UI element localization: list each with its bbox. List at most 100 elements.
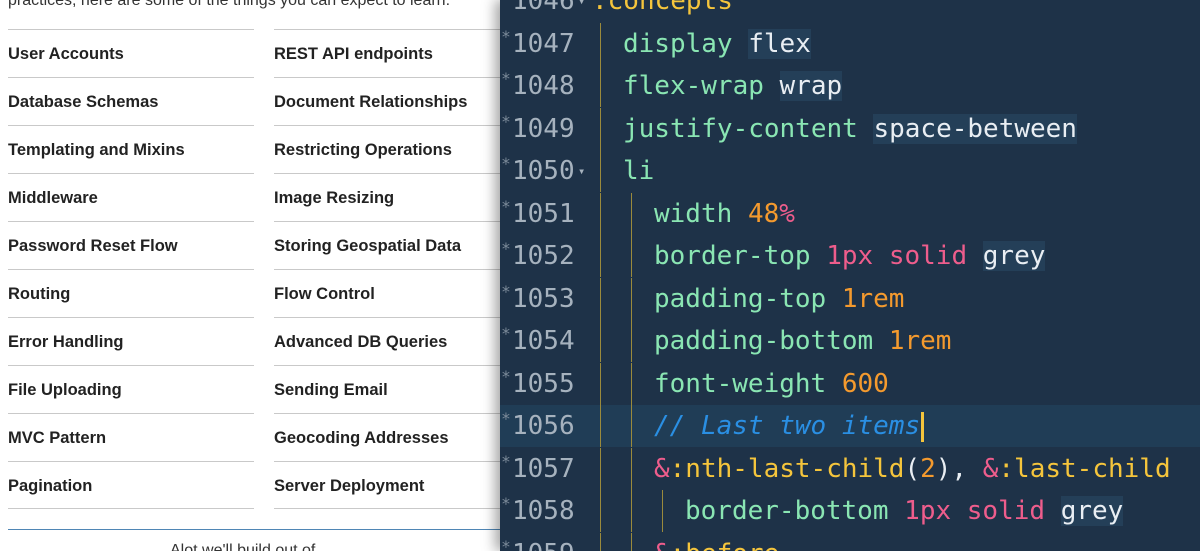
indent-guide — [600, 65, 601, 107]
code-token: wrap — [779, 71, 843, 101]
code-token: .concepts — [592, 0, 733, 16]
code-token: flex — [748, 28, 811, 59]
line-number: 1051 — [512, 198, 575, 229]
code-token: :before — [670, 539, 780, 551]
concept-item: REST API endpoints — [274, 29, 500, 77]
indent-guide — [600, 447, 601, 490]
concept-item: Sending Email — [274, 365, 500, 413]
concept-item: Advanced DB Queries — [274, 317, 500, 365]
code-token: px — [841, 241, 874, 271]
code-token: 48 — [747, 198, 780, 229]
indent-guide — [662, 490, 663, 532]
concept-item: Error Handling — [8, 317, 254, 365]
code-text: .concepts — [592, 0, 733, 22]
code-text: display flex — [623, 23, 811, 65]
modified-marker: * — [501, 154, 511, 173]
line-number: 1056 — [512, 411, 575, 441]
code-line[interactable]: * 1056 // Last two items — [500, 405, 1200, 447]
code-editor[interactable]: 1046 ▾ .concepts * 1047 display flex * 1048 flex… — [500, 0, 1200, 551]
code-token: % — [779, 198, 795, 229]
code-line[interactable]: *1059 &:before — [500, 532, 1200, 551]
modified-marker: * — [501, 26, 511, 46]
code-text: li — [623, 150, 654, 192]
modified-marker: * — [501, 536, 511, 551]
code-token: space-between — [873, 113, 1077, 144]
left-web-page: practices, here are some of the things y… — [0, 0, 500, 551]
code-line[interactable]: * 1047 display flex — [500, 22, 1200, 65]
modified-marker: * — [501, 196, 511, 216]
code-line[interactable]: * 1053 padding-top 1rem — [500, 277, 1200, 320]
concept-item: Server Deployment — [274, 461, 500, 509]
code-token: font-weight — [654, 368, 827, 399]
modified-marker: * — [501, 281, 511, 301]
modified-marker: * — [501, 451, 511, 471]
concept-item: Flow Control — [274, 269, 500, 317]
concept-item: Geocoding Addresses — [274, 413, 500, 461]
code-line[interactable]: * 1057 &:nth-last-child(2), &:last-child — [500, 447, 1200, 490]
code-token: justify-content — [623, 113, 858, 144]
indent-guide — [631, 447, 632, 490]
code-line[interactable]: * 1052 border-top 1px solid grey — [500, 235, 1200, 277]
code-token: 1 — [904, 496, 920, 526]
code-line[interactable]: * 1058 border-bottom 1px solid grey — [500, 490, 1200, 532]
code-line[interactable]: * 1049 justify-content space-between — [500, 107, 1200, 150]
text-cursor — [921, 411, 925, 442]
modified-marker: * — [501, 239, 511, 258]
intro-text: practices, here are some of the things y… — [8, 0, 451, 9]
indent-guide — [631, 532, 632, 551]
concept-item: MVC Pattern — [8, 413, 254, 461]
code-token: ( — [904, 453, 921, 484]
code-token: & — [654, 539, 670, 551]
code-text: &:nth-last-child(2), &:last-child — [654, 448, 1171, 490]
code-line[interactable]: 1046 ▾ .concepts — [500, 0, 1200, 22]
line-number: 1054 — [512, 326, 575, 356]
code-line[interactable]: * 1050 ▾ li — [500, 150, 1200, 192]
line-number: 1055 — [512, 368, 575, 399]
code-line[interactable]: * 1054 padding-bottom 1rem — [500, 320, 1200, 362]
modified-marker: * — [501, 409, 511, 428]
fold-chevron-icon[interactable]: ▾ — [578, 150, 585, 192]
concept-item: Database Schemas — [8, 77, 254, 125]
code-line[interactable]: * 1048 flex-wrap wrap — [500, 65, 1200, 107]
code-token: 2 — [920, 453, 936, 484]
indent-guide — [600, 22, 601, 65]
code-token: :last-child — [998, 453, 1171, 484]
code-token: width — [654, 198, 733, 229]
fold-chevron-icon[interactable]: ▾ — [578, 0, 585, 22]
indent-guide — [631, 192, 632, 235]
code-text: padding-bottom 1rem — [654, 320, 951, 362]
concept-item: Document Relationships — [274, 77, 500, 125]
code-line[interactable]: * 1055 font-weight 600 — [500, 362, 1200, 405]
code-token: grey — [982, 241, 1046, 271]
indent-guide — [600, 405, 601, 447]
code-token: 600 — [841, 368, 889, 399]
code-line[interactable]: * 1051 width 48% — [500, 192, 1200, 235]
indent-guide — [600, 362, 601, 405]
line-number: 1058 — [512, 496, 575, 526]
code-token: display — [623, 28, 733, 59]
code-token: px — [919, 496, 952, 526]
code-token: // Last two items — [654, 411, 921, 441]
code-token: rem — [904, 326, 952, 356]
code-text: justify-content space-between — [623, 108, 1077, 150]
code-text: // Last two items — [654, 405, 925, 447]
code-token: grey — [1060, 496, 1124, 526]
modified-marker: * — [501, 69, 511, 88]
line-number: 1049 — [512, 113, 575, 144]
concept-item: Restricting Operations — [274, 125, 500, 173]
modified-marker: * — [501, 366, 511, 386]
code-token: 1 — [888, 326, 905, 356]
code-token: li — [623, 156, 655, 186]
code-token: padding-bottom — [654, 326, 874, 356]
concept-item: File Uploading — [8, 365, 254, 413]
indent-guide — [600, 320, 601, 362]
